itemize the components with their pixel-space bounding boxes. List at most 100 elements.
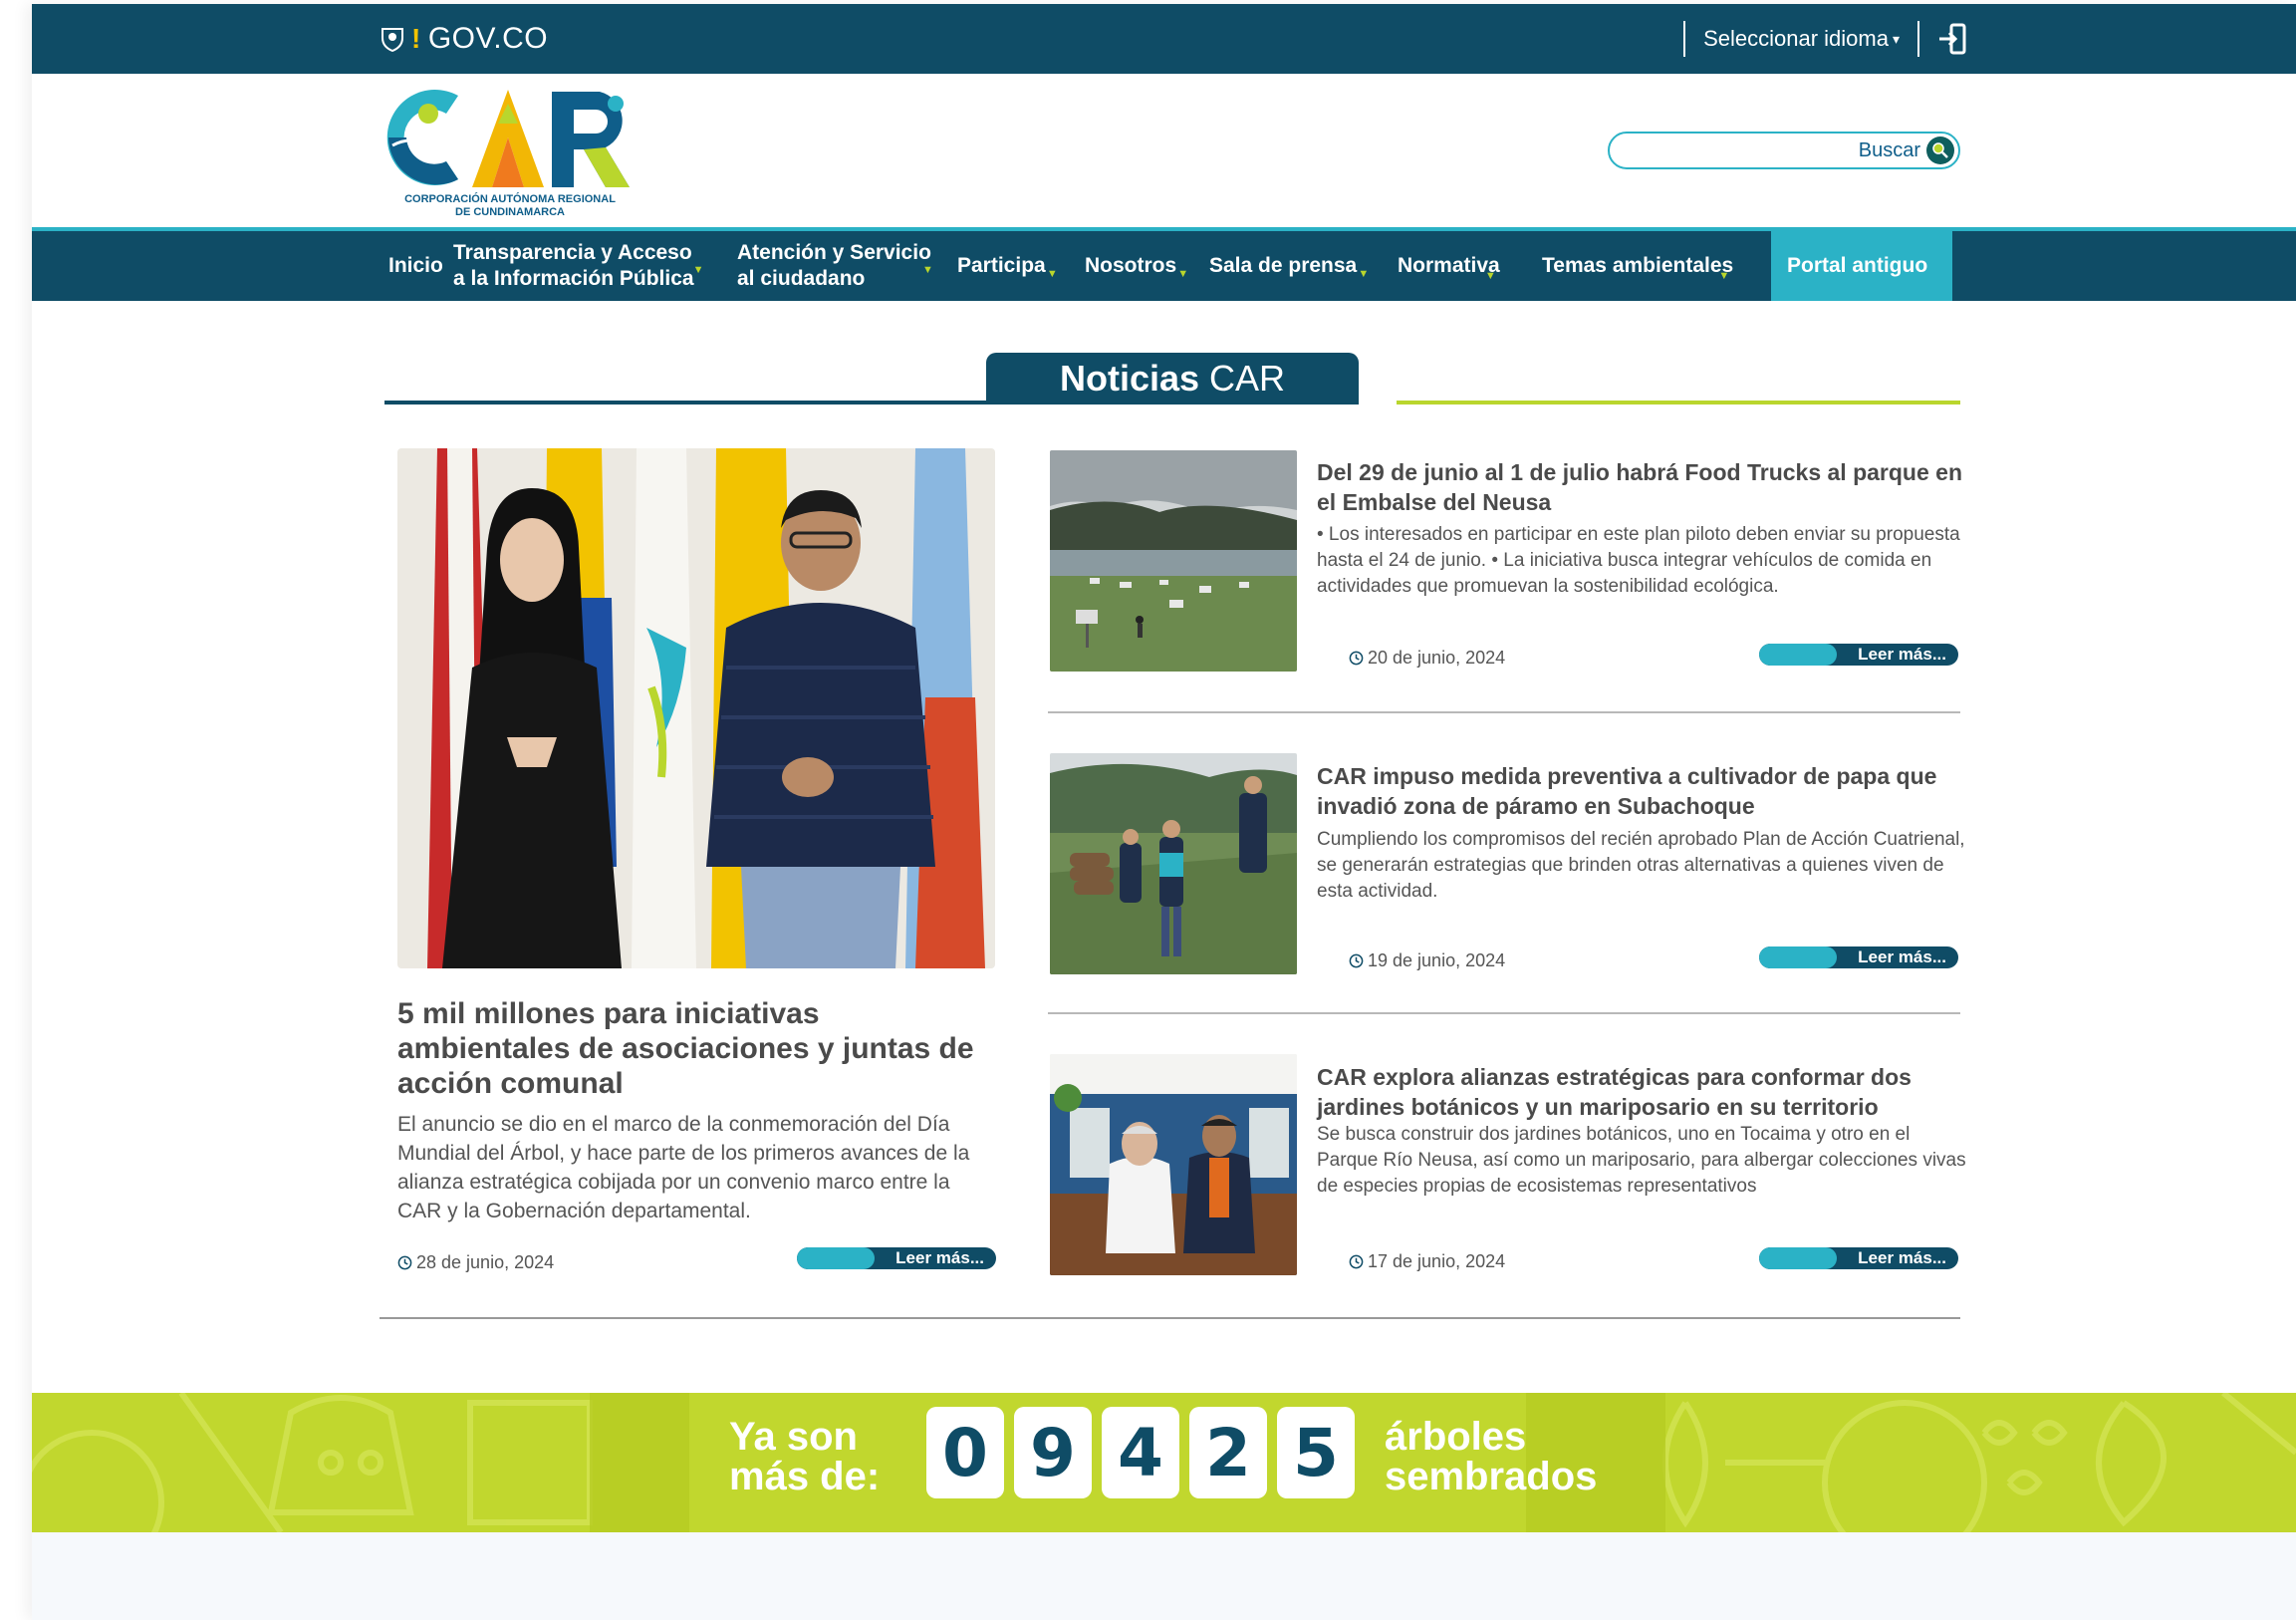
counter-digit: 0 [926, 1407, 1004, 1498]
counter-digit: 9 [1014, 1407, 1092, 1498]
featured-article-date: 28 de junio, 2024 [397, 1252, 554, 1273]
date-text: 19 de junio, 2024 [1368, 950, 1506, 970]
read-more-label: Leer más... [1858, 947, 1946, 966]
read-more-accent [1759, 1247, 1837, 1269]
side-article-date: 20 de junio, 2024 [1349, 648, 1505, 669]
read-more-button[interactable]: Leer más... [1759, 1247, 1958, 1269]
main-nav: Inicio Transparencia y Acceso a la Infor… [32, 231, 2296, 301]
section-title-tab: Noticias CAR [986, 353, 1359, 405]
gov-bar-right: Seleccionar idioma ▾ [1665, 18, 1967, 60]
language-label: Seleccionar idioma [1703, 26, 1889, 51]
dropdown-caret-icon: ▼ [1046, 268, 1058, 280]
read-more-label: Leer más... [1858, 1248, 1946, 1267]
nav-item-nosotros[interactable]: Nosotros ▼ [1085, 231, 1188, 301]
section-rule-right [1397, 401, 1960, 405]
counter-suffix: árboles sembrados [1385, 1417, 1597, 1496]
nav-label-line2: al ciudadano [737, 267, 866, 290]
side-article-image[interactable] [1050, 450, 1297, 672]
side-article-date: 19 de junio, 2024 [1349, 950, 1505, 971]
nav-item-transparencia[interactable]: Transparencia y Acceso a la Información … [453, 231, 704, 301]
featured-article-summary: El anuncio se dio en el marco de la conm… [397, 1113, 970, 1222]
read-more-label: Leer más... [1858, 645, 1946, 664]
read-more-accent [1759, 946, 1837, 968]
read-more-label: Leer más... [895, 1248, 984, 1267]
side-article-title[interactable]: CAR explora alianzas estratégicas para c… [1317, 1062, 1974, 1122]
nav-label: Portal antiguo [1787, 254, 1928, 277]
dropdown-caret-icon: ▼ [692, 264, 704, 276]
nav-label: Nosotros [1085, 254, 1177, 277]
caret-down-icon: ▾ [1892, 30, 1900, 47]
counter-digit: 5 [1277, 1407, 1355, 1498]
read-more-button[interactable]: Leer más... [1759, 946, 1958, 968]
side-article-summary: • Los interesados en participar en este … [1317, 524, 1960, 597]
gov-co-text: GOV.CO [427, 22, 549, 55]
clock-icon [1349, 651, 1364, 666]
nav-item-atencion[interactable]: Atención y Servicio al ciudadano ▼ [737, 231, 933, 301]
section-rule-left [384, 401, 988, 405]
nav-label-line2: a la Información Pública [453, 267, 694, 290]
side-article-image[interactable] [1050, 1054, 1297, 1275]
nav-label: Temas ambientales [1542, 254, 1734, 277]
site-header: CORPORACIÓN AUTÓNOMA REGIONAL DE CUNDINA… [32, 74, 2296, 225]
nav-label: Sala de prensa [1209, 254, 1358, 277]
gov-bar: ! GOV.CO Seleccionar idioma ▾ [32, 4, 2296, 74]
colombia-shield-icon [382, 28, 403, 52]
section-title-bold: Noticias [1059, 358, 1200, 399]
nav-label: Inicio [388, 254, 443, 277]
dropdown-caret-icon: ▼ [1177, 268, 1189, 280]
clock-icon [1349, 1254, 1364, 1269]
dropdown-caret-icon: ▼ [1484, 270, 1496, 282]
date-text: 20 de junio, 2024 [1368, 648, 1506, 668]
counter-digit: 2 [1189, 1407, 1267, 1498]
featured-photo [397, 448, 995, 968]
nav-item-temas-ambientales[interactable]: Temas ambientales ▼ [1542, 231, 1733, 301]
side-article-title[interactable]: Del 29 de junio al 1 de julio habrá Food… [1317, 457, 1974, 517]
gov-co-logo[interactable]: ! GOV.CO [381, 22, 548, 56]
article-divider [1048, 711, 1960, 713]
read-more-accent [797, 1247, 875, 1269]
date-text: 17 de junio, 2024 [1368, 1251, 1506, 1271]
counter-digits: 0 9 4 2 5 [926, 1407, 1355, 1498]
paramo-inspection-photo [1050, 753, 1297, 974]
date-text: 28 de junio, 2024 [416, 1252, 555, 1272]
footer-area [32, 1532, 2296, 1620]
clock-icon [397, 1255, 412, 1270]
nav-item-portal-antiguo[interactable]: Portal antiguo [1771, 231, 1952, 301]
counter-prefix: Ya son más de: [729, 1417, 880, 1496]
side-article-date: 17 de junio, 2024 [1349, 1251, 1505, 1272]
read-more-button[interactable]: Leer más... [797, 1247, 996, 1269]
nav-label-line1: Atención y Servicio [737, 241, 931, 264]
trees-counter-banner: Ya son más de: 0 9 4 2 5 árboles sembrad… [32, 1393, 2296, 1532]
clock-icon [1349, 953, 1364, 968]
side-article-summary: Cumpliendo los compromisos del recién ap… [1317, 829, 1965, 902]
car-logo-caption: CORPORACIÓN AUTÓNOMA REGIONAL DE CUNDINA… [381, 193, 639, 219]
nav-item-inicio[interactable]: Inicio [388, 231, 443, 301]
side-article-image[interactable] [1050, 753, 1297, 974]
neusa-reservoir-photo [1050, 450, 1297, 672]
article-divider [1048, 1012, 1960, 1014]
counter-suffix-line2: sembrados [1385, 1455, 1598, 1498]
section-title-light: CAR [1209, 358, 1286, 399]
search-box[interactable]: Buscar [1608, 132, 1960, 169]
alliance-meeting-photo [1050, 1054, 1297, 1275]
search-label: Buscar [1858, 138, 1920, 161]
nav-item-normativa[interactable]: Normativa ▼ [1398, 231, 1500, 301]
search-button[interactable] [1926, 136, 1954, 164]
nav-label-line1: Transparencia y Acceso [453, 241, 692, 264]
nav-item-sala-de-prensa[interactable]: Sala de prensa ▼ [1209, 231, 1369, 301]
featured-article-title[interactable]: 5 mil millones para iniciativas ambienta… [397, 996, 995, 1101]
separator [1683, 21, 1686, 57]
read-more-button[interactable]: Leer más... [1759, 644, 1958, 666]
login-icon[interactable] [1937, 22, 1967, 56]
separator [1917, 21, 1919, 57]
language-selector[interactable]: Seleccionar idioma ▾ [1703, 26, 1900, 52]
nav-item-participa[interactable]: Participa ▼ [957, 231, 1058, 301]
read-more-accent [1759, 644, 1837, 666]
side-article-summary: Se busca construir dos jardines botánico… [1317, 1124, 1966, 1197]
dropdown-caret-icon: ▼ [1358, 268, 1370, 280]
side-article-title[interactable]: CAR impuso medida preventiva a cultivado… [1317, 761, 1974, 821]
featured-article-image[interactable] [397, 448, 995, 968]
logo-caption-line1: CORPORACIÓN AUTÓNOMA REGIONAL [404, 193, 616, 205]
counter-suffix-line1: árboles [1385, 1415, 1527, 1459]
nav-label: Participa [957, 254, 1046, 277]
